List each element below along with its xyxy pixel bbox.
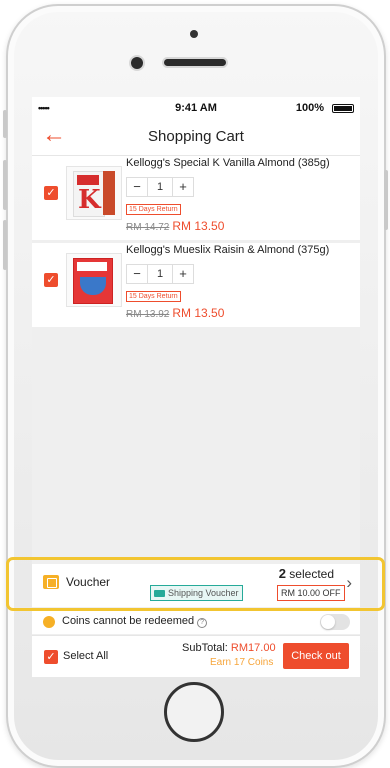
product-image[interactable]	[66, 253, 122, 307]
product-image[interactable]: K	[66, 166, 122, 220]
minus-button[interactable]: −	[127, 265, 148, 283]
volume-down-button	[3, 220, 7, 270]
return-badge: 15 Days Return	[126, 204, 181, 215]
product-name[interactable]: Kellogg's Mueslix Raisin & Almond (375g)	[126, 244, 358, 256]
sale-price: RM 13.50	[172, 306, 225, 320]
volume-up-button	[3, 160, 7, 210]
minus-button[interactable]: −	[127, 178, 148, 196]
quantity-stepper: − 1 +	[126, 177, 194, 197]
subtotal: SubTotal: RM17.00	[182, 642, 276, 654]
coins-toggle[interactable]	[320, 614, 350, 630]
coins-row: Coins cannot be redeemed?	[32, 610, 360, 634]
page-title: Shopping Cart	[148, 128, 244, 145]
cereal-box-image	[73, 258, 113, 304]
battery-percent: 100%	[295, 102, 324, 114]
select-all-label[interactable]: Select All	[63, 650, 108, 662]
coin-icon	[43, 616, 55, 628]
earpiece-speaker	[164, 59, 226, 66]
home-button[interactable]	[164, 682, 224, 742]
nav-bar: ← Shopping Cart	[32, 119, 360, 156]
original-price: RM 14.72	[126, 222, 170, 233]
price-row: RM 13.92 RM 13.50	[126, 304, 224, 322]
front-camera	[131, 57, 143, 69]
mute-switch	[3, 110, 7, 138]
plus-button[interactable]: +	[173, 178, 193, 196]
quantity-value[interactable]: 1	[148, 265, 173, 283]
cart-item: ✓ Kellogg's Mueslix Raisin & Almond (375…	[32, 243, 360, 327]
battery-icon	[332, 104, 354, 113]
power-button	[384, 170, 388, 230]
cart-item: ✓ K Kellogg's Special K Vanilla Almond (…	[32, 156, 360, 240]
item-checkbox[interactable]: ✓	[44, 273, 58, 287]
checkout-button[interactable]: Check out	[283, 643, 349, 669]
quantity-value[interactable]: 1	[148, 178, 173, 196]
proximity-sensor	[190, 30, 198, 38]
quantity-stepper: − 1 +	[126, 264, 194, 284]
item-checkbox[interactable]: ✓	[44, 186, 58, 200]
price-row: RM 14.72 RM 13.50	[126, 217, 224, 235]
coins-label: Coins cannot be redeemed?	[62, 615, 208, 628]
return-badge: 15 Days Return	[126, 291, 181, 302]
product-name[interactable]: Kellogg's Special K Vanilla Almond (385g…	[126, 157, 358, 169]
info-icon[interactable]: ?	[197, 618, 208, 628]
voucher-highlight-frame	[6, 557, 385, 611]
original-price: RM 13.92	[126, 309, 170, 320]
checkout-bar: ✓ Select All SubTotal: RM17.00 Earn 17 C…	[32, 635, 360, 677]
sale-price: RM 13.50	[172, 219, 225, 233]
select-all-checkbox[interactable]: ✓	[44, 650, 58, 664]
cereal-box-image: K	[73, 171, 105, 217]
plus-button[interactable]: +	[173, 265, 193, 283]
earn-coins-text: Earn 17 Coins	[210, 657, 274, 668]
status-bar: ••••• 9:41 AM 100%	[32, 97, 360, 119]
